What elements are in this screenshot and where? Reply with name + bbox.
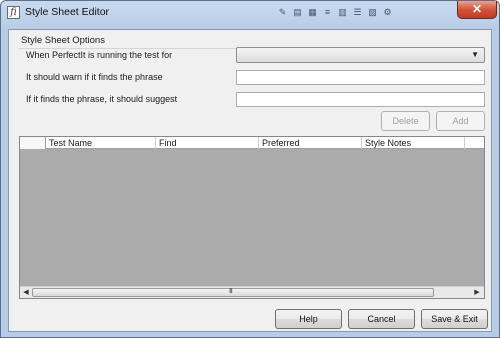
list-icon: ≡ [324, 7, 331, 17]
column-header-find[interactable]: Find [156, 137, 259, 149]
list-icon: ☰ [353, 7, 362, 17]
chevron-down-icon: ▼ [471, 50, 479, 59]
delete-button[interactable]: Delete [381, 111, 430, 131]
settings-icon: ⚙ [383, 7, 392, 17]
background-toolbar: ✎ ▤ ▦ ≡ ▥ ☰ ▨ ⚙ [271, 3, 401, 21]
warn-phrase-label: It should warn if it finds the phrase [26, 72, 163, 82]
test-select-label: When PerfectIt is running the test for [26, 50, 173, 60]
column-header-test-name[interactable]: Test Name [46, 137, 156, 149]
dialog-body: Style Sheet Options When PerfectIt is ru… [8, 29, 492, 332]
row-header-cell [20, 137, 46, 149]
style-rules-table[interactable]: Test Name Find Preferred Style Notes ◀ I… [19, 136, 485, 299]
table-header: Test Name Find Preferred Style Notes [20, 137, 484, 149]
format-icon: ▤ [293, 7, 302, 17]
column-header-style-notes[interactable]: Style Notes [362, 137, 465, 149]
grid-icon: ▦ [308, 7, 317, 17]
style-sheet-editor-window: fi Style Sheet Editor ✎ ▤ ▦ ≡ ▥ ☰ ▨ ⚙ ✕ … [0, 0, 500, 338]
cancel-button[interactable]: Cancel [348, 309, 415, 329]
scrollbar-thumb[interactable]: III [32, 288, 434, 297]
style-sheet-options-label: Style Sheet Options [21, 35, 105, 46]
pen-icon: ✎ [278, 7, 287, 17]
test-select-dropdown[interactable]: ▼ [236, 47, 485, 63]
suggest-phrase-input[interactable] [236, 92, 485, 107]
suggest-phrase-label: If it finds the phrase, it should sugges… [26, 94, 178, 104]
column-header-preferred[interactable]: Preferred [259, 137, 362, 149]
scroll-right-icon[interactable]: ▶ [472, 288, 482, 298]
close-button[interactable]: ✕ [457, 1, 497, 19]
add-button[interactable]: Add [436, 111, 485, 131]
horizontal-scrollbar[interactable]: ◀ III ▶ [20, 286, 484, 298]
window-title: Style Sheet Editor [25, 6, 110, 18]
scrollbar-grip: III [229, 288, 233, 295]
scroll-left-icon[interactable]: ◀ [21, 288, 31, 298]
chart-icon: ▨ [368, 7, 377, 17]
save-exit-button[interactable]: Save & Exit [421, 309, 488, 329]
title-bar[interactable]: fi Style Sheet Editor ✎ ▤ ▦ ≡ ▥ ☰ ▨ ⚙ ✕ [1, 1, 499, 25]
help-button[interactable]: Help [275, 309, 342, 329]
table-icon: ▥ [338, 7, 347, 17]
warn-phrase-input[interactable] [236, 70, 485, 85]
perfectit-icon: fi [7, 6, 20, 19]
